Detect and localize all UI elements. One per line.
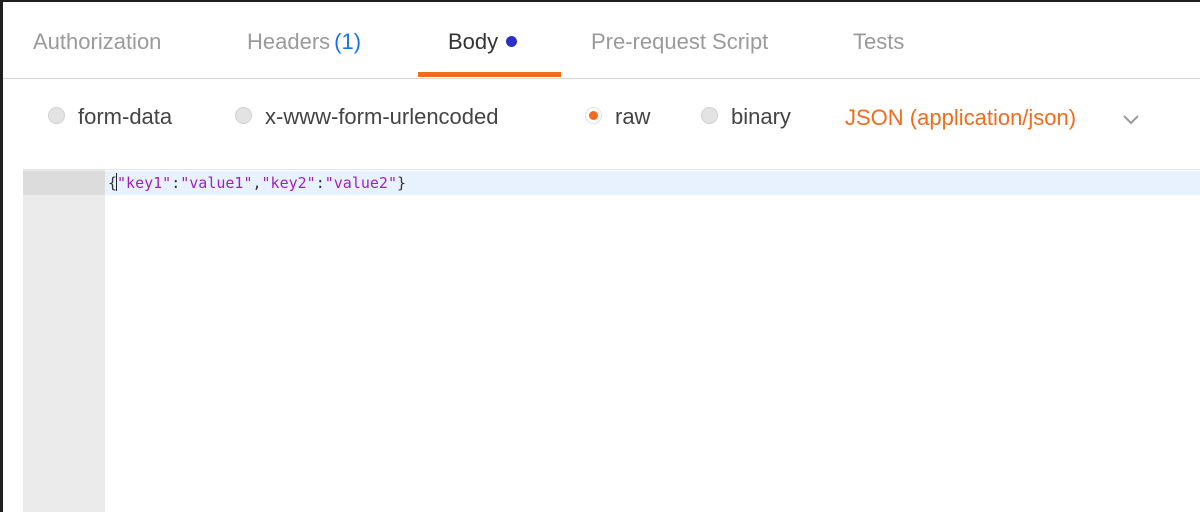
tab-tests[interactable]: Tests <box>853 2 904 78</box>
code-editor[interactable]: 1 {"key1":"value1","key2":"value2"} <box>23 169 1200 512</box>
json-key-token: "key1" <box>117 174 172 192</box>
code-line[interactable]: {"key1":"value1","key2":"value2"} <box>108 171 406 195</box>
tab-body[interactable]: Body <box>448 2 518 78</box>
tab-headers[interactable]: Headers (1) <box>247 2 361 78</box>
tab-label: Headers <box>247 29 331 54</box>
modified-dot-icon <box>506 36 518 47</box>
tab-pre-request-script[interactable]: Pre-request Script <box>591 2 768 78</box>
active-gutter-line <box>23 171 105 195</box>
radio-button-icon[interactable] <box>48 107 65 124</box>
radio-label: form-data <box>78 104 173 129</box>
request-panel: Authorization Headers (1) Body Pre-reques… <box>0 0 1200 512</box>
radio-button-icon[interactable] <box>701 107 718 124</box>
json-comma-token: , <box>252 174 262 192</box>
content-type-dropdown[interactable]: JSON (application/json) <box>845 102 1076 134</box>
line-number-gutter <box>23 170 105 512</box>
tab-label: Tests <box>853 29 905 54</box>
active-tab-indicator <box>418 72 561 77</box>
headers-count-badge: (1) <box>334 29 362 54</box>
radio-label: raw <box>615 104 651 129</box>
json-string-token: "value2" <box>324 174 397 192</box>
tab-authorization[interactable]: Authorization <box>33 2 161 78</box>
json-string-token: "value1" <box>180 174 253 192</box>
json-colon-token: : <box>315 174 325 192</box>
json-colon-token: : <box>171 174 181 192</box>
json-key-token: "key2" <box>261 174 316 192</box>
radio-button-selected-icon[interactable] <box>585 107 602 124</box>
chevron-down-icon[interactable] <box>1120 108 1142 130</box>
radio-label: x-www-form-urlencoded <box>265 104 499 129</box>
request-tabs: Authorization Headers (1) Body Pre-reques… <box>3 2 1200 79</box>
json-brace-token: } <box>397 174 407 192</box>
radio-label: binary <box>731 104 791 129</box>
radio-button-icon[interactable] <box>235 107 252 124</box>
tab-label: Authorization <box>33 29 162 54</box>
tab-label: Pre-request Script <box>591 29 769 54</box>
tab-label: Body <box>448 29 499 54</box>
